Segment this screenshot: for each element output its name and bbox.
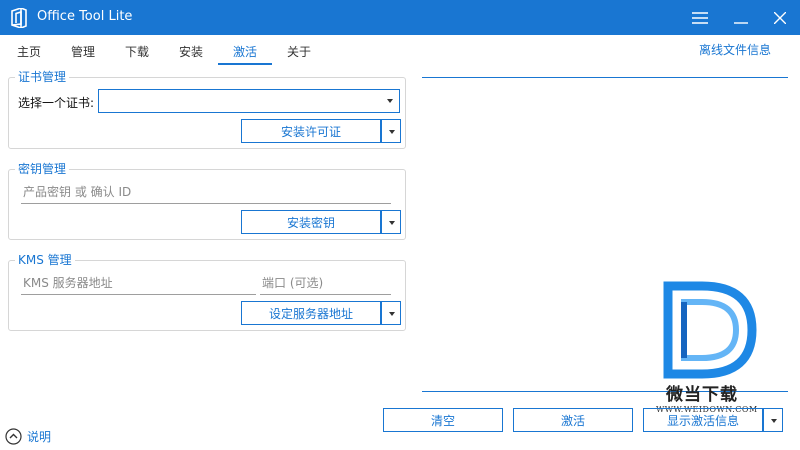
install-license-button[interactable]: 安装许可证	[241, 119, 381, 143]
help-link-label: 说明	[27, 430, 52, 444]
weidown-watermark: 微当下载 WWW.WEIDOWN.COM	[650, 280, 790, 420]
offline-file-info-link[interactable]: 离线文件信息	[699, 41, 771, 58]
install-key-button[interactable]: 安装密钥	[241, 210, 381, 234]
minimize-button[interactable]	[721, 0, 761, 35]
office-logo-icon	[11, 8, 27, 28]
tab-about[interactable]: 关于	[287, 43, 311, 60]
chevron-down-icon	[389, 130, 395, 134]
chevron-down-icon	[389, 221, 395, 225]
tab-home[interactable]: 主页	[17, 43, 41, 60]
watermark-brand: 微当下载	[666, 385, 738, 405]
hamburger-icon	[692, 11, 708, 24]
chevron-down-icon	[389, 312, 395, 316]
cert-select[interactable]	[98, 89, 400, 113]
help-link[interactable]: 说明	[5, 428, 51, 445]
title-bar: Office Tool Lite	[0, 0, 800, 35]
kms-server-input[interactable]: KMS 服务器地址	[21, 273, 256, 295]
tab-install[interactable]: 安装	[179, 43, 203, 60]
active-tab-indicator	[218, 63, 272, 65]
kms-port-input[interactable]: 端口 (可选)	[260, 273, 391, 295]
output-panel-top-border	[422, 77, 788, 78]
minimize-icon	[734, 21, 748, 24]
menu-button[interactable]	[680, 0, 720, 35]
clear-button[interactable]: 清空	[383, 408, 503, 432]
show-activation-info-button[interactable]: 显示激活信息	[643, 408, 763, 432]
chevron-up-circle-icon	[5, 428, 22, 445]
install-license-dropdown[interactable]	[381, 119, 401, 143]
close-button[interactable]	[760, 0, 800, 35]
tab-download[interactable]: 下载	[125, 43, 149, 60]
kms-group-title: KMS 管理	[15, 253, 75, 267]
set-server-button[interactable]: 设定服务器地址	[241, 301, 381, 325]
close-icon	[774, 11, 786, 24]
chevron-down-icon	[771, 419, 777, 423]
show-info-dropdown[interactable]	[763, 408, 783, 432]
tab-manage[interactable]: 管理	[71, 43, 95, 60]
tab-activate[interactable]: 激活	[233, 43, 257, 60]
product-key-input[interactable]: 产品密钥 或 确认 ID	[21, 182, 391, 204]
cert-select-label: 选择一个证书:	[18, 96, 95, 110]
tab-bar: 主页 管理 下载 安装 激活 关于	[0, 35, 800, 65]
chevron-down-icon	[387, 99, 393, 103]
cert-group-title: 证书管理	[15, 70, 70, 84]
weidown-logo-icon	[663, 281, 757, 379]
activate-button[interactable]: 激活	[513, 408, 633, 432]
window-title: Office Tool Lite	[37, 9, 133, 24]
key-group-title: 密钥管理	[15, 162, 70, 176]
set-server-dropdown[interactable]	[381, 301, 401, 325]
install-key-dropdown[interactable]	[381, 210, 401, 234]
